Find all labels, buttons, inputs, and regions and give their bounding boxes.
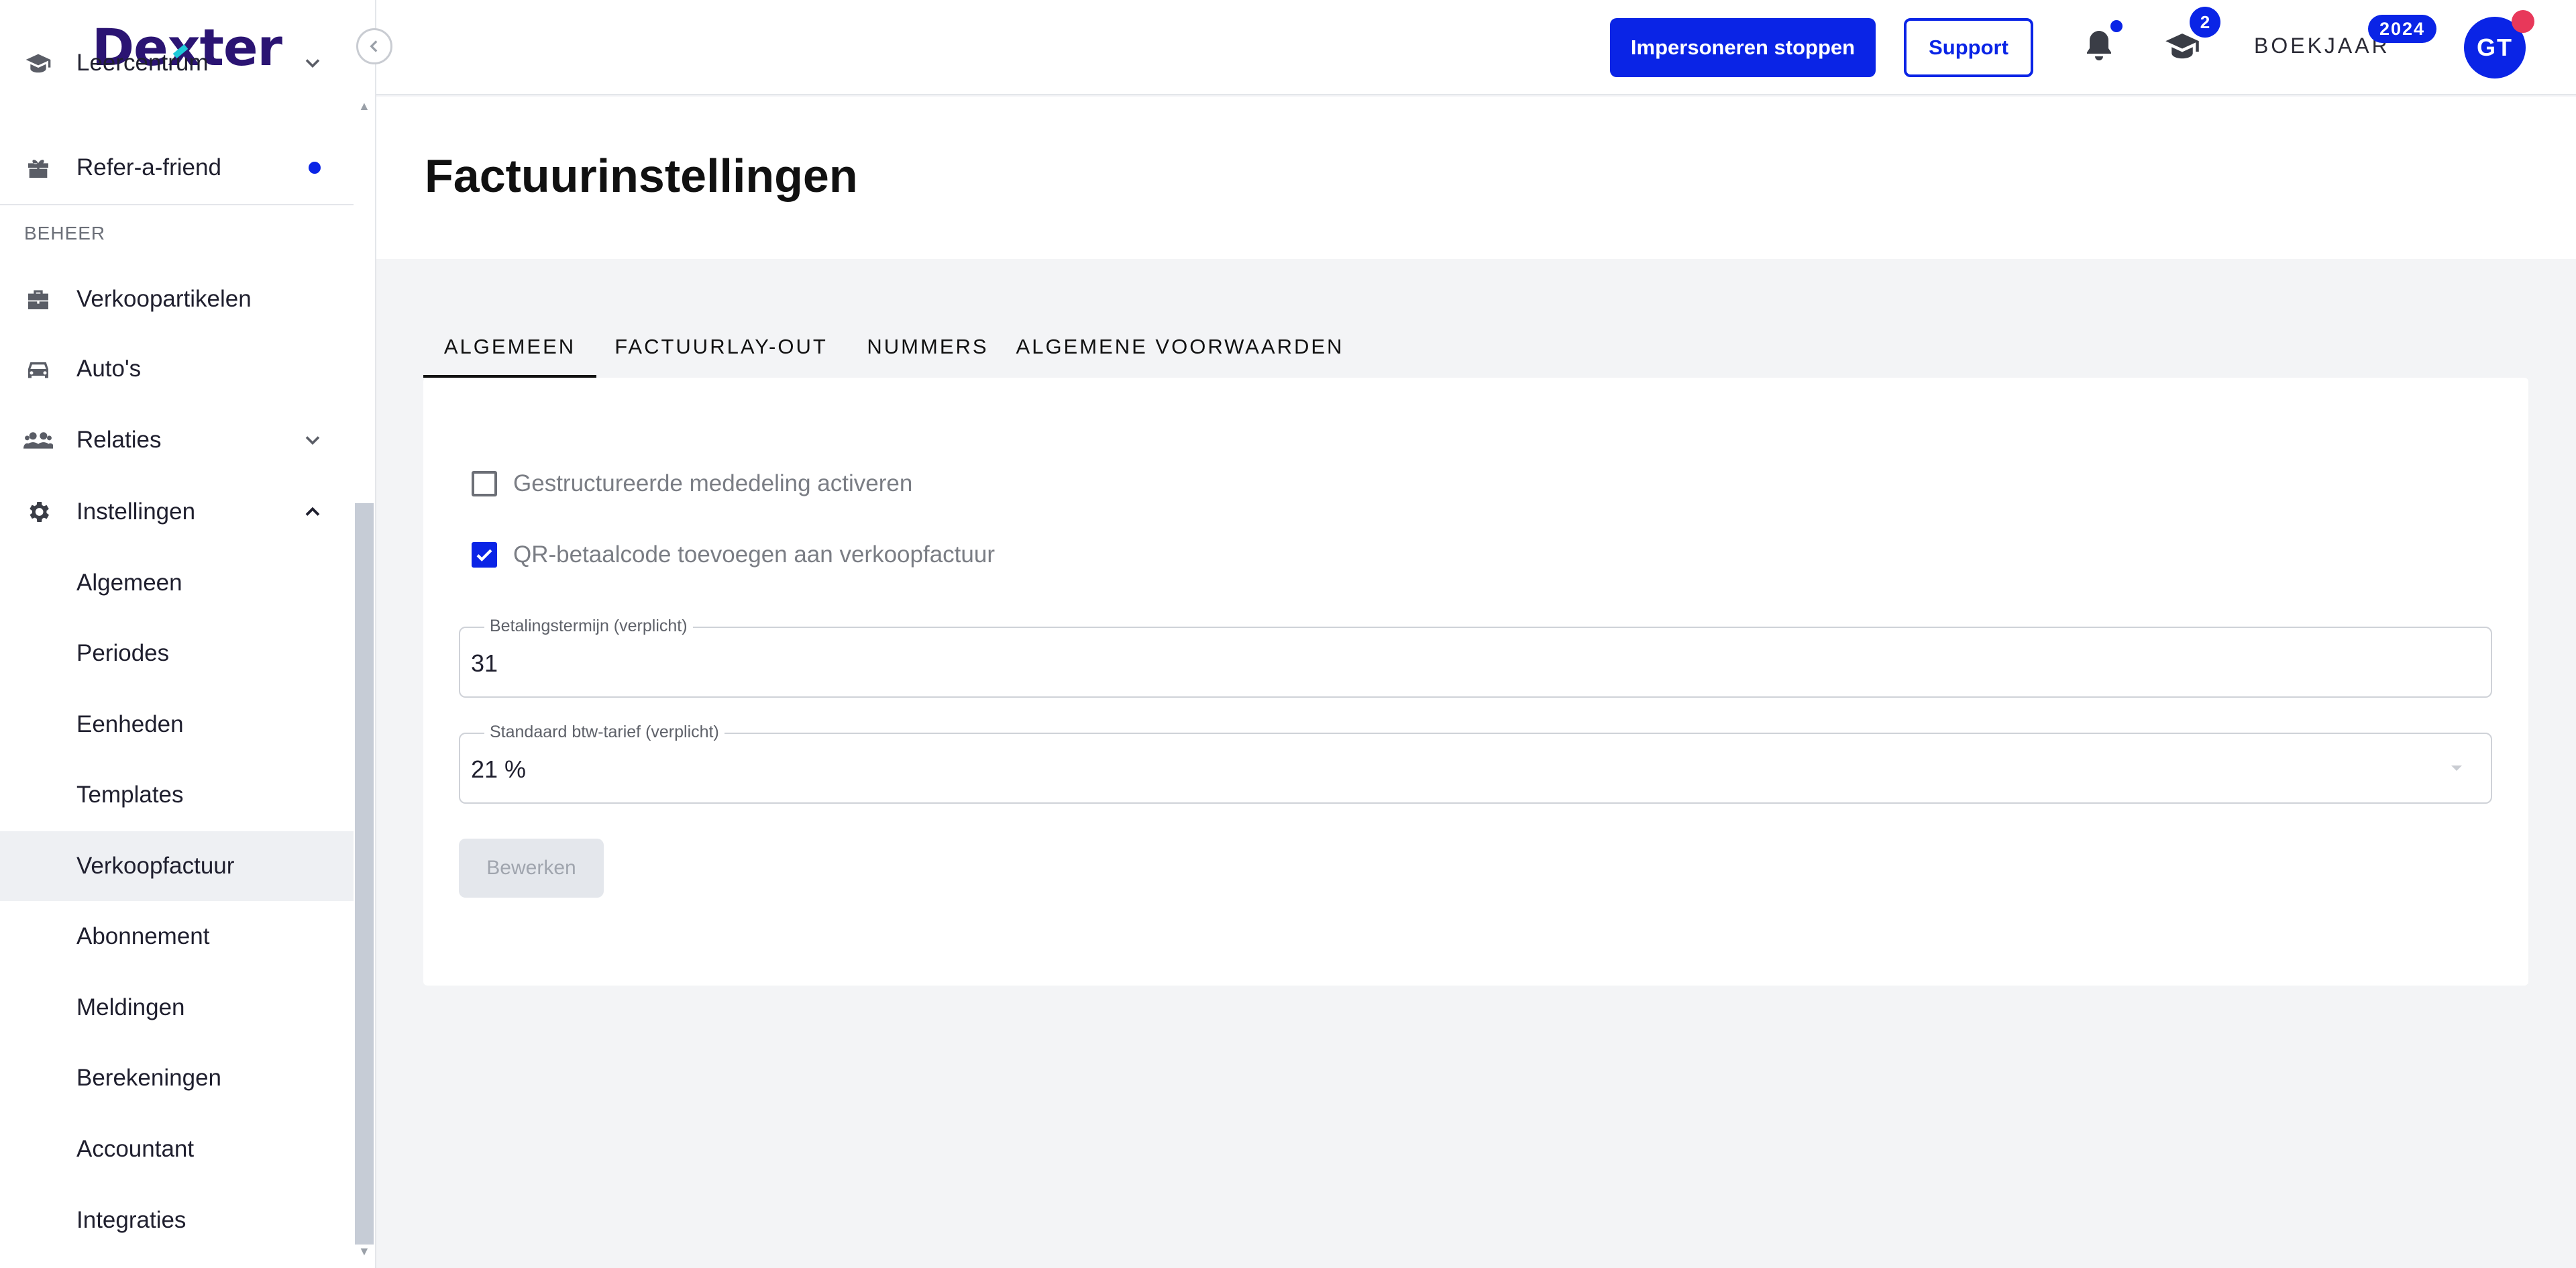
section-label-beheer: BEHEER (24, 223, 106, 244)
sidebar-item-label: Refer-a-friend (76, 154, 221, 180)
sidebar-item-label: Verkoopartikelen (76, 286, 252, 312)
sidebar-subitem-label: Meldingen (76, 994, 185, 1020)
sidebar-item-verkoopartikelen[interactable]: Verkoopartikelen (0, 264, 354, 334)
sidebar-subitem-verkoopfactuur[interactable]: Verkoopfactuur (0, 831, 354, 901)
learning-count-badge: 2 (2190, 7, 2220, 38)
graduation-cap-icon (23, 48, 54, 78)
sidebar-item-label: Leercentrum (76, 50, 209, 76)
notification-dot (2110, 20, 2123, 32)
vat-rate-select[interactable]: Standaard btw-tarief (verplicht) 21 % (459, 723, 2492, 804)
collapse-sidebar-button[interactable] (356, 28, 392, 64)
notification-dot (309, 162, 321, 174)
sidebar-subitem-templates[interactable]: Templates (0, 760, 354, 830)
sidebar-item-label: Auto's (76, 356, 142, 382)
page-header: Factuurinstellingen (376, 97, 2576, 259)
briefcase-icon (23, 284, 54, 315)
edit-button[interactable]: Bewerken (459, 839, 604, 898)
payment-term-field[interactable]: Betalingstermijn (verplicht) 31 (459, 617, 2492, 698)
sidebar-subitem-label: Integraties (76, 1207, 186, 1233)
sidebar-item-label: Relaties (76, 427, 162, 453)
vat-rate-value: 21 % (471, 755, 527, 783)
tab-algemeen[interactable]: ALGEMEEN (423, 315, 596, 378)
sidebar-subitem-label: Accountant (76, 1136, 195, 1162)
structured-message-option[interactable]: Gestructureerde mededeling activeren (472, 470, 912, 497)
avatar-alert-dot (2512, 10, 2534, 33)
sidebar-item-relaties[interactable]: Relaties (0, 405, 354, 475)
sidebar-scrollbar-thumb[interactable] (355, 503, 374, 1245)
structured-message-label: Gestructureerde mededeling activeren (513, 470, 913, 496)
sidebar-subitem-label: Verkoopfactuur (76, 853, 235, 879)
sidebar-subitem-integraties[interactable]: Integraties (0, 1185, 354, 1255)
sidebar-subitem-label: Abonnement (76, 923, 210, 949)
structured-message-checkbox[interactable] (472, 471, 497, 496)
stop-impersonating-button[interactable]: Impersoneren stoppen (1610, 18, 1876, 77)
payment-term-input[interactable]: 31 (471, 649, 498, 678)
car-icon (23, 354, 54, 384)
qr-code-checkbox[interactable] (472, 542, 497, 568)
chevron-down-icon (305, 59, 320, 68)
sidebar-subitem-periodes[interactable]: Periodes (0, 619, 354, 688)
settings-card: Gestructureerde mededeling activeren QR-… (423, 378, 2528, 986)
fiscal-year-label[interactable]: BOEKJAAR (2254, 34, 2390, 58)
vat-rate-label: Standaard btw-tarief (verplicht) (484, 723, 724, 742)
sidebar-subitem-label: Algemeen (76, 570, 182, 596)
sidebar-item-label: Instellingen (76, 498, 196, 525)
page-title: Factuurinstellingen (425, 150, 858, 202)
support-button[interactable]: Support (1904, 18, 2033, 77)
sidebar-item-instellingen[interactable]: Instellingen (0, 477, 354, 547)
caret-down-icon (2451, 765, 2462, 771)
sidebar: Dexter Leercentrum Refer-a-friend BEHEER… (0, 0, 376, 1268)
checkmark-icon (476, 549, 492, 562)
sidebar-subitem-accountant[interactable]: Accountant (0, 1114, 354, 1184)
sidebar-item-leercentrum[interactable]: Leercentrum (0, 28, 354, 98)
gift-icon (23, 152, 54, 183)
sidebar-subitem-algemeen[interactable]: Algemeen (0, 548, 354, 618)
qr-code-option[interactable]: QR-betaalcode toevoegen aan verkoopfactu… (472, 541, 995, 568)
sidebar-subitem-meldingen[interactable]: Meldingen (0, 973, 354, 1043)
sidebar-divider (0, 204, 354, 205)
topbar: Impersoneren stoppen Support 2 BOEKJAAR … (376, 0, 2576, 95)
sidebar-subitem-abonnement[interactable]: Abonnement (0, 902, 354, 971)
scroll-down-icon[interactable]: ▼ (358, 1245, 370, 1259)
sidebar-subitem-label: Eenheden (76, 711, 184, 737)
chevron-down-icon (305, 436, 320, 445)
fiscal-year-badge[interactable]: 2024 (2368, 15, 2436, 43)
qr-code-label: QR-betaalcode toevoegen aan verkoopfactu… (513, 541, 995, 568)
payment-term-label: Betalingstermijn (verplicht) (484, 617, 693, 636)
sidebar-subitem-label: Periodes (76, 640, 170, 666)
tab-factuurlay-out[interactable]: FACTUURLAY-OUT (596, 315, 846, 378)
sidebar-subitem-berekeningen[interactable]: Berekeningen (0, 1043, 354, 1113)
sidebar-subitem-eenheden[interactable]: Eenheden (0, 690, 354, 759)
chevron-left-icon (370, 40, 378, 52)
sidebar-item-refer-a-friend[interactable]: Refer-a-friend (0, 133, 354, 203)
gear-icon (23, 496, 54, 527)
tab-nummers[interactable]: NUMMERS (846, 315, 1010, 378)
scroll-up-icon[interactable]: ▲ (358, 99, 370, 113)
chevron-up-icon (305, 507, 320, 516)
sidebar-subitem-label: Berekeningen (76, 1065, 221, 1091)
sidebar-subitem-label: Templates (76, 782, 184, 808)
sidebar-item-autos[interactable]: Auto's (0, 334, 354, 404)
tab-algemene-voorwaarden[interactable]: ALGEMENE VOORWAARDEN (1010, 315, 1350, 378)
people-icon (23, 425, 54, 456)
